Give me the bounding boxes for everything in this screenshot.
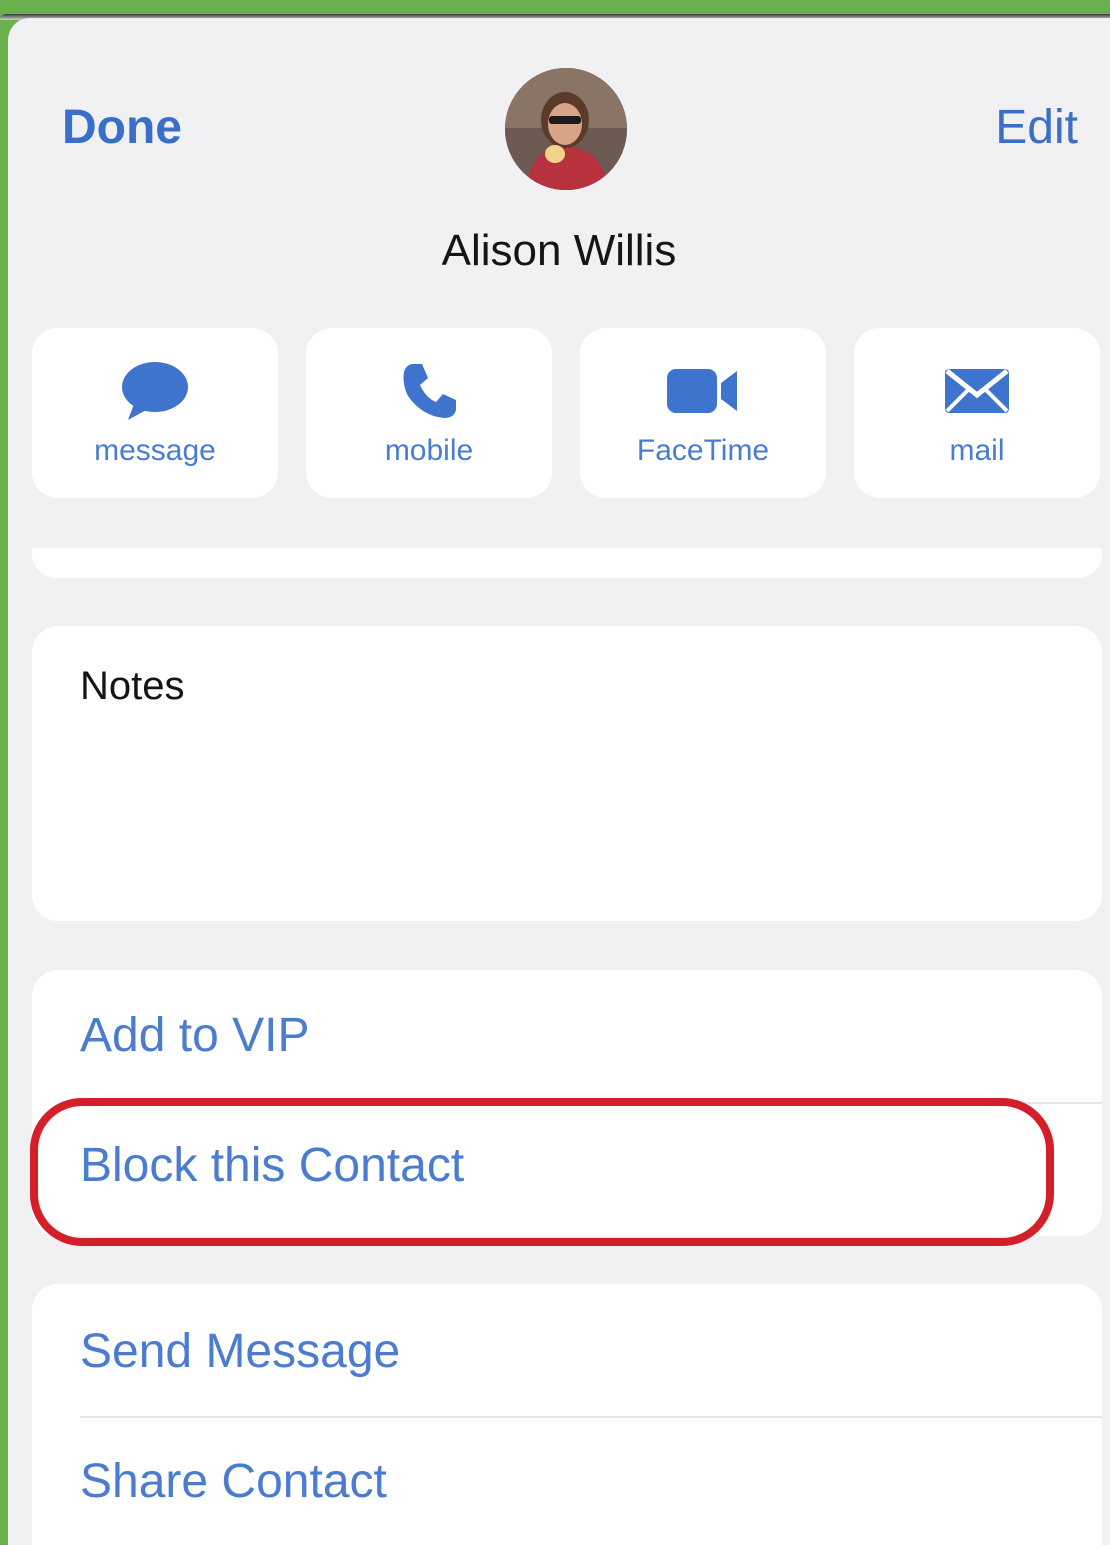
avatar-photo xyxy=(505,68,627,190)
add-to-vip-label: Add to VIP xyxy=(80,1009,310,1062)
send-message-row[interactable]: Send Message xyxy=(32,1284,1102,1416)
send-message-label: Send Message xyxy=(80,1325,401,1378)
quick-actions: message mobile FaceTime mail xyxy=(32,328,1102,498)
facetime-action-button[interactable]: FaceTime xyxy=(580,328,826,498)
message-action-label: message xyxy=(94,434,216,467)
avatar[interactable] xyxy=(505,68,627,190)
contact-card-sheet: Done Edit Alison Willis message mobile F… xyxy=(8,18,1110,1545)
mobile-action-button[interactable]: mobile xyxy=(306,328,552,498)
share-contact-label: Share Contact xyxy=(80,1455,387,1508)
done-button[interactable]: Done xyxy=(62,100,182,155)
envelope-icon xyxy=(854,360,1100,422)
edit-button[interactable]: Edit xyxy=(995,100,1078,155)
message-bubble-icon xyxy=(32,360,278,422)
facetime-action-label: FaceTime xyxy=(636,434,770,467)
contact-name: Alison Willis xyxy=(441,226,677,275)
message-action-button[interactable]: message xyxy=(32,328,278,498)
phone-icon xyxy=(306,360,552,422)
options-group-2: Send Message Share Contact xyxy=(32,1284,1102,1545)
notes-card[interactable]: Notes xyxy=(32,626,1102,921)
red-highlight-annotation xyxy=(30,1098,1054,1246)
video-camera-icon xyxy=(580,360,826,422)
info-card-edge xyxy=(32,548,1102,578)
share-contact-row[interactable]: Share Contact xyxy=(32,1418,1102,1545)
notes-title: Notes xyxy=(80,664,185,708)
mail-action-button[interactable]: mail xyxy=(854,328,1100,498)
mobile-action-label: mobile xyxy=(384,434,474,467)
add-to-vip-row[interactable]: Add to VIP xyxy=(32,970,1102,1102)
mail-action-label: mail xyxy=(949,434,1005,467)
